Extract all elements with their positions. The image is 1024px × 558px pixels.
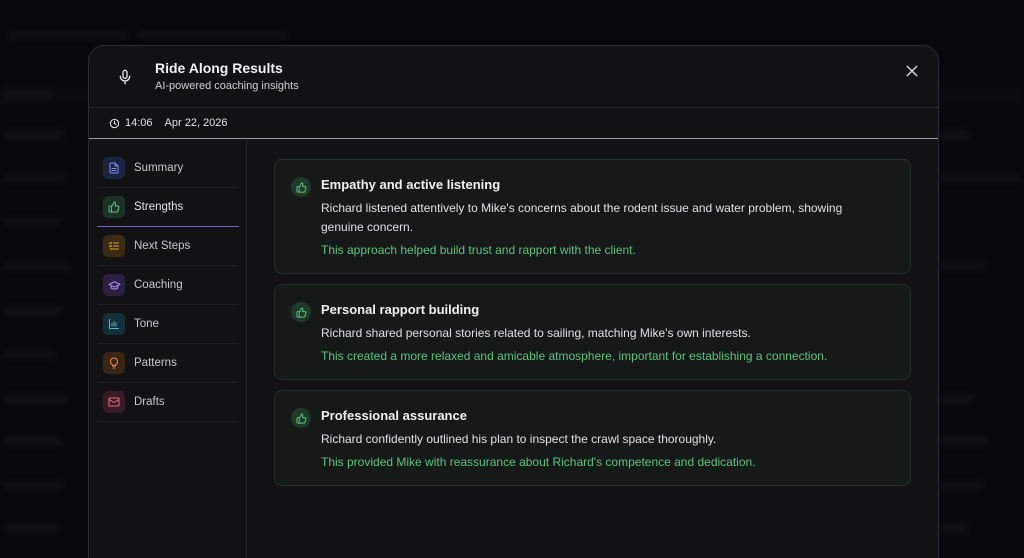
strengths-panel: Empathy and active listening Richard lis… <box>247 139 938 558</box>
microphone-icon <box>111 63 139 91</box>
strength-card: Empathy and active listening Richard lis… <box>274 159 911 274</box>
sidebar-item-patterns[interactable]: Patterns <box>97 344 239 383</box>
close-icon[interactable] <box>902 61 922 81</box>
thumbs-up-icon <box>291 302 311 322</box>
modal-subtitle: AI-powered coaching insights <box>155 80 299 92</box>
strength-impact: This provided Mike with reassurance abou… <box>321 455 756 469</box>
session-time: 14:06 <box>125 117 153 129</box>
session-date: Apr 22, 2026 <box>164 117 228 129</box>
sidebar-item-strengths[interactable]: Strengths <box>97 188 239 227</box>
sidebar-item-summary[interactable]: Summary <box>97 149 239 188</box>
sidebar-item-coaching[interactable]: Coaching <box>97 266 239 305</box>
strength-title: Personal rapport building <box>321 302 480 317</box>
strength-description: Richard confidently outlined his plan to… <box>321 432 717 446</box>
sidebar-item-label: Strengths <box>134 201 184 213</box>
strength-title: Empathy and active listening <box>321 177 501 192</box>
lightbulb-icon <box>103 352 125 374</box>
sidebar-item-next-steps[interactable]: Next Steps <box>97 227 239 266</box>
sidebar-item-tone[interactable]: Tone <box>97 305 239 344</box>
modal-header: Ride Along Results AI-powered coaching i… <box>89 46 938 108</box>
sidebar-item-label: Drafts <box>134 396 165 408</box>
list-check-icon <box>103 235 125 257</box>
sidebar-item-drafts[interactable]: Drafts <box>97 383 239 422</box>
strength-impact: This approach helped build trust and rap… <box>321 243 636 257</box>
bar-chart-icon <box>103 313 125 335</box>
results-sidebar: Summary Strengths Next Steps Coaching To… <box>89 139 247 558</box>
thumbs-up-icon <box>291 408 311 428</box>
strength-impact: This created a more relaxed and amicable… <box>321 349 828 363</box>
thumbs-up-icon <box>103 196 125 218</box>
strength-title: Professional assurance <box>321 408 467 423</box>
strength-card: Professional assurance Richard confident… <box>274 390 911 486</box>
strength-description: Richard listened attentively to Mike's c… <box>321 201 843 234</box>
session-meta-bar: 14:06 Apr 22, 2026 <box>89 108 938 139</box>
graduation-cap-icon <box>103 274 125 296</box>
document-icon <box>103 157 125 179</box>
sidebar-item-label: Next Steps <box>134 240 191 252</box>
thumbs-up-icon <box>291 177 311 197</box>
mail-icon <box>103 391 125 413</box>
strength-description: Richard shared personal stories related … <box>321 326 751 340</box>
sidebar-item-label: Tone <box>134 318 159 330</box>
sidebar-item-label: Coaching <box>134 279 183 291</box>
ride-along-results-modal: Ride Along Results AI-powered coaching i… <box>88 45 939 558</box>
clock-icon <box>109 118 120 129</box>
strength-card: Personal rapport building Richard shared… <box>274 284 911 380</box>
sidebar-item-label: Patterns <box>134 357 177 369</box>
sidebar-item-label: Summary <box>134 162 184 174</box>
modal-title: Ride Along Results <box>155 60 283 76</box>
